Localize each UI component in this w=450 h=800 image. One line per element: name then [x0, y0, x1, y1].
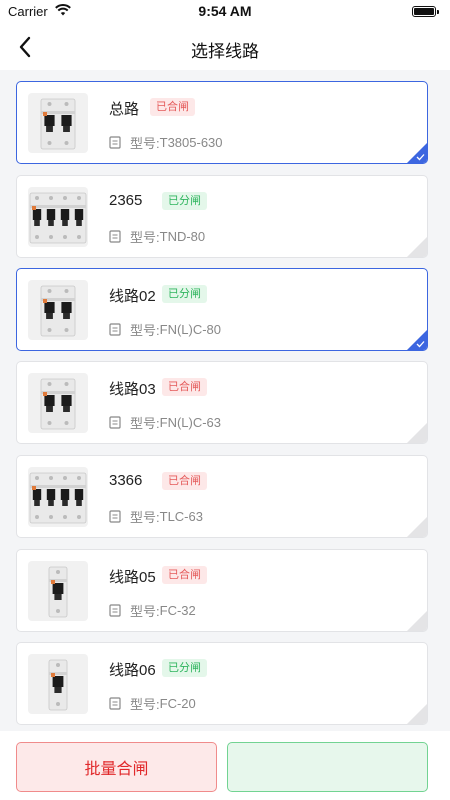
breaker-image	[28, 373, 88, 433]
document-icon	[109, 136, 121, 149]
breaker-image	[28, 280, 88, 340]
unselected-corner-icon[interactable]	[407, 611, 427, 631]
navigation-bar: 选择线路	[0, 24, 450, 70]
circuit-card[interactable]: 总路 已合闸型号: T3805-630	[16, 81, 428, 164]
model-label: 型号:	[130, 510, 160, 525]
model-value: TND-80	[159, 229, 206, 244]
model-label: 型号:	[130, 697, 160, 712]
selected-check-icon[interactable]	[407, 330, 427, 350]
circuit-name: 2365	[109, 192, 143, 209]
breaker-image	[28, 467, 88, 527]
status-badge: 已分闸	[162, 192, 207, 210]
circuit-name: 线路05	[109, 569, 156, 586]
selected-check-icon[interactable]	[407, 143, 427, 163]
model-row: 型号: TND-80	[109, 227, 205, 246]
circuit-name: 总路	[109, 101, 140, 118]
breaker-image	[28, 93, 88, 153]
model-label: 型号:	[130, 136, 160, 151]
circuit-card[interactable]: 线路06 已分闸型号: FC-20	[16, 642, 428, 725]
status-badge: 已合闸	[150, 98, 195, 116]
status-badge: 已合闸	[162, 378, 207, 396]
model-row: 型号: FN(L)C-63	[109, 413, 221, 432]
document-icon	[109, 604, 121, 617]
model-row: 型号: FC-32	[109, 601, 196, 620]
status-bar: Carrier 9:54 AM	[0, 0, 450, 24]
model-label: 型号:	[130, 604, 160, 619]
circuit-card[interactable]: 线路03 已合闸型号: FN(L)C-63	[16, 361, 428, 444]
document-icon	[109, 416, 121, 429]
batch-close-button[interactable]: 批量合闸	[16, 742, 217, 792]
unselected-corner-icon[interactable]	[407, 704, 427, 724]
unselected-corner-icon[interactable]	[407, 237, 427, 257]
document-icon	[109, 697, 121, 710]
model-value: FC-20	[159, 696, 196, 711]
status-badge: 已合闸	[162, 566, 207, 584]
breaker-image	[28, 654, 88, 714]
unselected-corner-icon[interactable]	[407, 423, 427, 443]
model-label: 型号:	[130, 416, 160, 431]
status-badge: 已分闸	[162, 285, 207, 303]
document-icon	[109, 230, 121, 243]
bottom-action-bar: 批量合闸	[0, 731, 450, 800]
circuit-name: 线路06	[109, 662, 156, 679]
model-row: 型号: FC-20	[109, 694, 196, 713]
model-row: 型号: T3805-630	[109, 133, 223, 152]
model-value: FN(L)C-80	[159, 322, 222, 337]
model-value: T3805-630	[159, 135, 223, 150]
battery-icon	[412, 6, 439, 17]
circuit-name: 3366	[109, 472, 143, 489]
circuit-name: 线路02	[109, 288, 156, 305]
page-title: 选择线路	[191, 42, 259, 61]
model-label: 型号:	[130, 230, 160, 245]
document-icon	[109, 323, 121, 336]
status-badge: 已合闸	[162, 472, 207, 490]
circuit-card[interactable]: 线路02 已分闸型号: FN(L)C-80	[16, 268, 428, 351]
batch-open-button[interactable]	[227, 742, 428, 792]
circuit-card[interactable]: 2365 已分闸型号: TND-80	[16, 175, 428, 258]
model-label: 型号:	[130, 323, 160, 338]
status-time: 9:54 AM	[198, 3, 252, 19]
document-icon	[109, 510, 121, 523]
circuit-card[interactable]: 线路05 已合闸型号: FC-32	[16, 549, 428, 632]
model-row: 型号: FN(L)C-80	[109, 320, 221, 339]
circuit-card[interactable]: 3366 已合闸型号: TLC-63	[16, 455, 428, 538]
model-value: TLC-63	[159, 509, 203, 524]
model-value: FC-32	[159, 603, 196, 618]
model-value: FN(L)C-63	[159, 415, 222, 430]
breaker-image	[28, 187, 88, 247]
breaker-image	[28, 561, 88, 621]
unselected-corner-icon[interactable]	[407, 517, 427, 537]
circuit-name: 线路03	[109, 381, 156, 398]
status-badge: 已分闸	[162, 659, 207, 677]
model-row: 型号: TLC-63	[109, 507, 203, 526]
